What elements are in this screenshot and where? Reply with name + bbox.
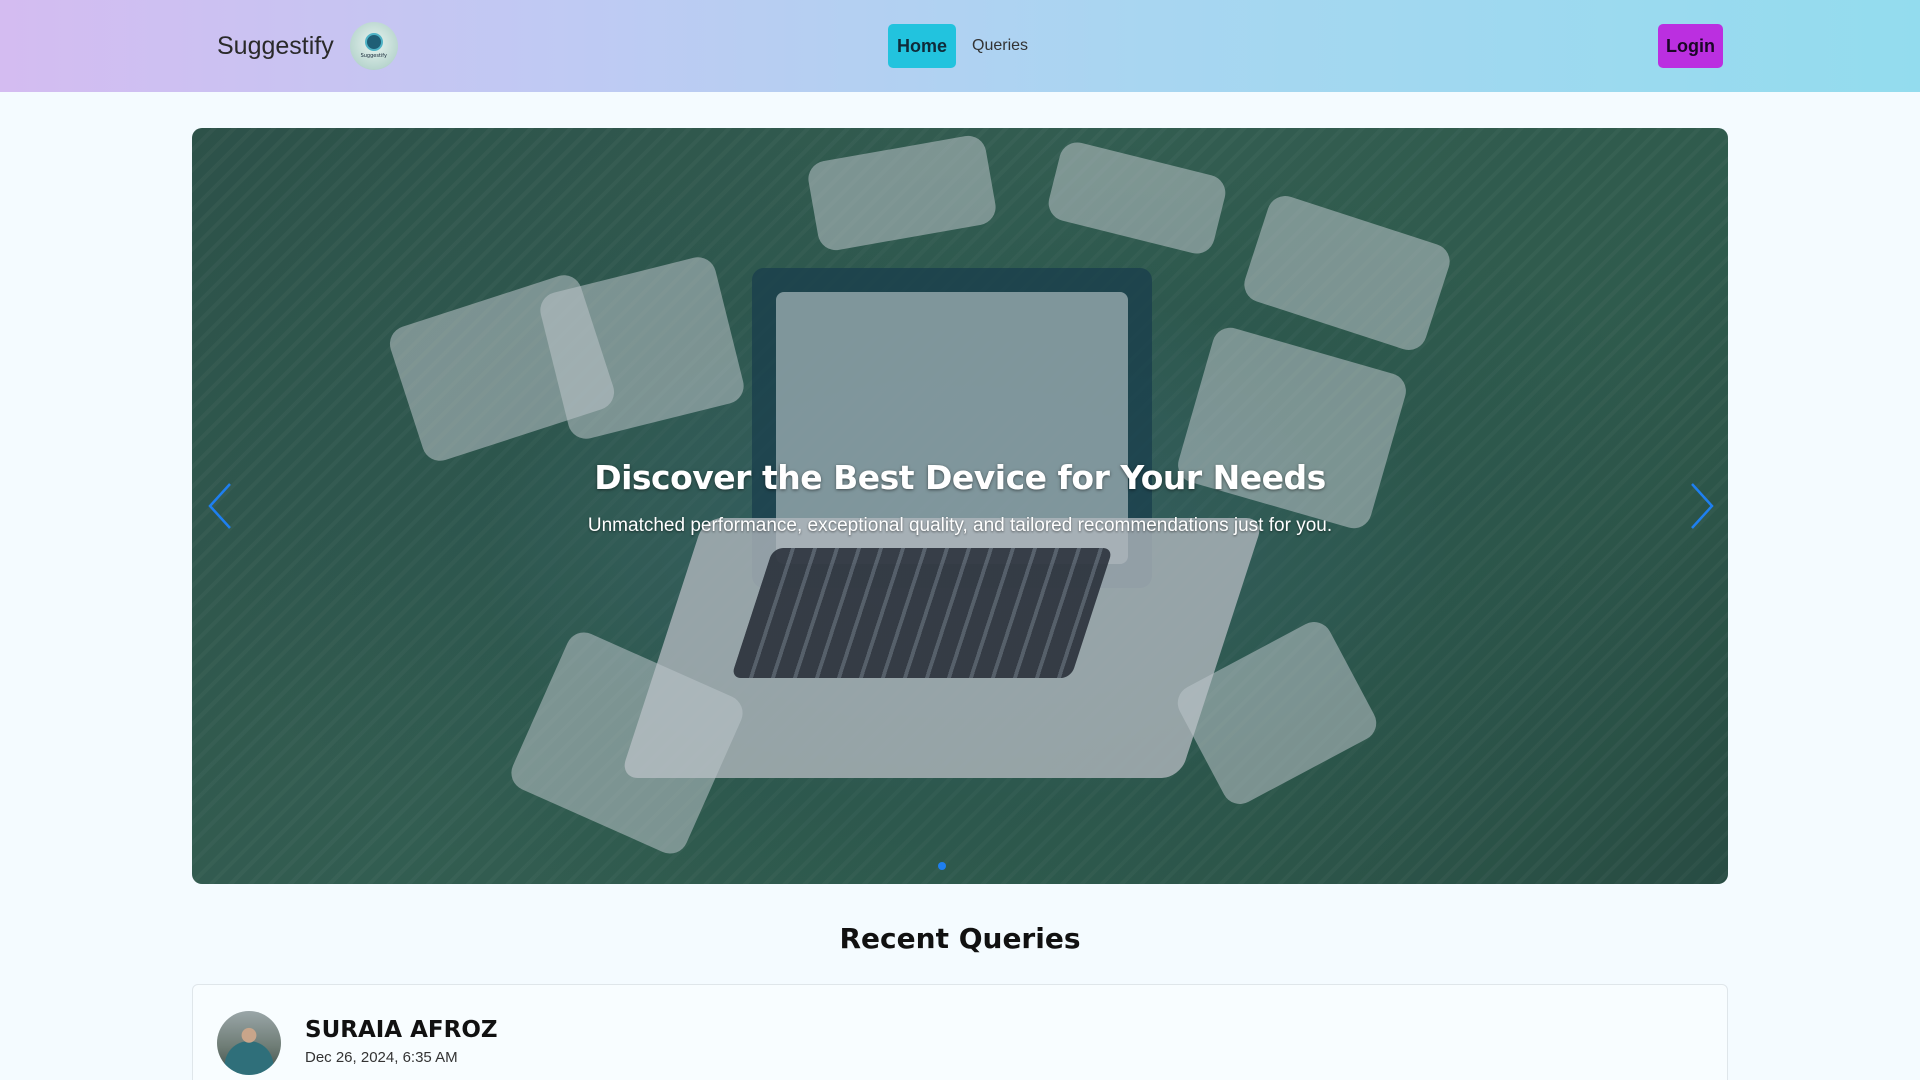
query-author: SURAIA AFROZ: [305, 1017, 498, 1043]
carousel-subtitle: Unmatched performance, exceptional quali…: [587, 515, 1333, 536]
query-card[interactable]: SURAIA AFROZ Dec 26, 2024, 6:35 AM: [192, 984, 1728, 1080]
nav-home-link[interactable]: Home: [888, 24, 957, 68]
carousel-indicator[interactable]: [938, 862, 946, 870]
brand-logo-icon[interactable]: Suggestify: [349, 22, 398, 70]
logo-text: Suggestify: [360, 53, 387, 59]
navbar: Suggestify Suggestify Home Queries Login: [0, 0, 1920, 92]
chat-bubble-icon: [364, 33, 383, 51]
chevron-right-icon[interactable]: [1682, 478, 1722, 534]
query-date: Dec 26, 2024, 6:35 AM: [305, 1049, 458, 1066]
nav-queries-link[interactable]: Queries: [972, 37, 1028, 55]
brand[interactable]: Suggestify Suggestify: [217, 22, 398, 70]
nav-links: Home Queries: [888, 24, 1028, 68]
carousel-caption: Discover the Best Device for Your Needs …: [192, 458, 1728, 537]
brand-name[interactable]: Suggestify: [217, 32, 334, 61]
recent-queries-title: Recent Queries: [839, 922, 1081, 955]
hero-carousel: Discover the Best Device for Your Needs …: [192, 128, 1728, 884]
chevron-left-icon[interactable]: [200, 478, 240, 534]
avatar: [217, 1011, 281, 1075]
login-button[interactable]: Login: [1658, 24, 1723, 68]
carousel-title: Discover the Best Device for Your Needs: [594, 458, 1326, 497]
